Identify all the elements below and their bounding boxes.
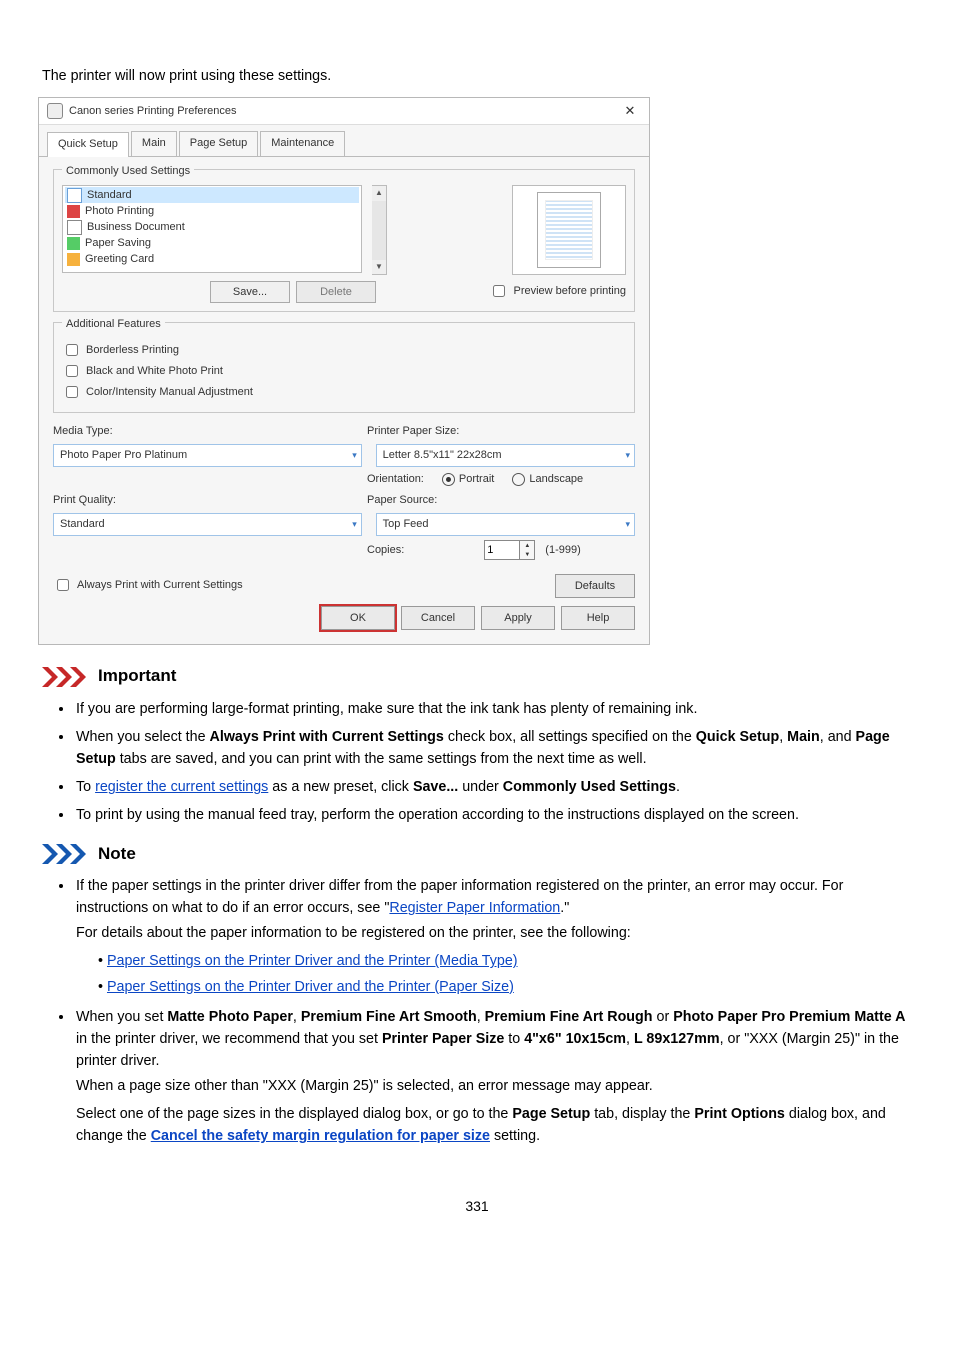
bullet: To register the current settings as a ne… [74,776,912,798]
additional-features-group: Additional Features Borderless Printing … [53,322,635,413]
cancel-margin-link[interactable]: Cancel the safety margin regulation for … [151,1128,490,1144]
bullet: To print by using the manual feed tray, … [74,804,912,826]
preview-checkbox-label: Preview before printing [513,283,626,300]
preview-checkbox[interactable] [493,285,505,297]
media-type-select[interactable]: Photo Paper Pro Platinum ▾ [53,444,362,467]
additional-legend: Additional Features [62,316,165,333]
document-icon [67,220,82,235]
register-paper-link[interactable]: Register Paper Information [389,900,560,916]
ok-button[interactable]: OK [321,606,395,630]
chevron-down-icon: ▾ [352,449,357,463]
spin-down-icon[interactable]: ▼ [520,550,534,559]
settings-list[interactable]: Standard Photo Printing Business Documen… [62,185,362,273]
quality-label: Print Quality: [53,492,353,509]
paper-source-value: Top Feed [383,516,429,533]
paper-source-select[interactable]: Top Feed ▾ [376,513,635,536]
save-button[interactable]: Save... [210,281,290,303]
spin-up-icon[interactable]: ▲ [520,541,534,550]
bw-photo-checkbox[interactable] [66,365,78,377]
page-preview [512,185,626,275]
note-title: Note [98,841,136,867]
scroll-up-icon[interactable]: ▲ [372,186,386,200]
paper-size-value: Letter 8.5"x11" 22x28cm [383,447,502,464]
chevron-down-icon: ▾ [625,518,630,532]
always-print-label: Always Print with Current Settings [77,577,243,594]
paper-saving-icon [67,237,80,250]
portrait-radio[interactable]: Portrait [442,471,494,488]
scroll-down-icon[interactable]: ▼ [372,260,386,274]
chevrons-icon [42,844,88,864]
list-scrollbar[interactable]: ▲ ▼ [372,185,387,275]
apply-button[interactable]: Apply [481,606,555,630]
chevron-down-icon: ▾ [352,518,357,532]
window-title: Canon series Printing Preferences [69,103,617,120]
chk-label: Borderless Printing [86,342,179,359]
copies-range: (1-999) [545,542,580,559]
list-item[interactable]: Business Document [87,219,185,236]
photo-icon [67,205,80,218]
tab-strip: Quick Setup Main Page Setup Maintenance [39,125,649,156]
note-list: If the paper settings in the printer dri… [42,875,912,1148]
chevron-down-icon: ▾ [625,449,630,463]
always-print-checkbox[interactable] [57,579,69,591]
list-item[interactable]: Photo Printing [85,203,154,220]
chevrons-icon [42,667,88,687]
standard-icon [67,188,82,203]
bullet: If you are performing large-format print… [74,698,912,720]
paper-size-select[interactable]: Letter 8.5"x11" 22x28cm ▾ [376,444,635,467]
orientation-label: Orientation: [367,471,424,488]
copies-spinner[interactable]: ▲▼ [484,540,535,560]
tab-maintenance[interactable]: Maintenance [260,131,345,156]
tab-quick-setup[interactable]: Quick Setup [47,132,129,157]
important-title: Important [98,663,176,689]
important-heading: Important [42,663,912,689]
bullet: When you select the Always Print with Cu… [74,726,912,770]
quality-select[interactable]: Standard ▾ [53,513,362,536]
borderless-checkbox[interactable] [66,344,78,356]
register-settings-link[interactable]: register the current settings [95,779,268,795]
paper-source-label: Paper Source: [367,492,437,509]
tab-page-setup[interactable]: Page Setup [179,131,259,156]
intro-text: The printer will now print using these s… [42,65,912,87]
delete-button: Delete [296,281,376,303]
paper-size-label: Printer Paper Size: [367,423,459,440]
media-type-value: Photo Paper Pro Platinum [60,447,187,464]
print-preferences-dialog: Canon series Printing Preferences ✕ Quic… [38,97,650,645]
list-item[interactable]: Greeting Card [85,251,154,268]
chk-label: Black and White Photo Print [86,363,223,380]
greeting-card-icon [67,253,80,266]
media-type-label: Media Type: [53,423,353,440]
copies-label: Copies: [367,542,404,559]
bullet: If the paper settings in the printer dri… [74,875,912,998]
radio-label: Portrait [459,471,494,488]
paper-settings-media-link[interactable]: Paper Settings on the Printer Driver and… [107,953,518,969]
color-intensity-checkbox[interactable] [66,386,78,398]
quality-value: Standard [60,516,105,533]
radio-label: Landscape [529,471,583,488]
list-item[interactable]: Standard [87,187,132,204]
app-icon [47,103,63,119]
commonly-used-settings-group: Commonly Used Settings Standard Photo Pr… [53,169,635,312]
commonly-used-legend: Commonly Used Settings [62,163,194,180]
landscape-radio[interactable]: Landscape [512,471,583,488]
help-button[interactable]: Help [561,606,635,630]
important-list: If you are performing large-format print… [42,698,912,827]
close-icon[interactable]: ✕ [617,100,643,122]
copies-input[interactable] [484,540,520,560]
paper-settings-size-link[interactable]: Paper Settings on the Printer Driver and… [107,979,514,995]
cancel-button[interactable]: Cancel [401,606,475,630]
bullet: When you set Matte Photo Paper, Premium … [74,1006,912,1148]
note-heading: Note [42,841,912,867]
chk-label: Color/Intensity Manual Adjustment [86,384,253,401]
defaults-button[interactable]: Defaults [555,574,635,598]
tab-main[interactable]: Main [131,131,177,156]
page-number: 331 [42,1196,912,1218]
list-item[interactable]: Paper Saving [85,235,151,252]
